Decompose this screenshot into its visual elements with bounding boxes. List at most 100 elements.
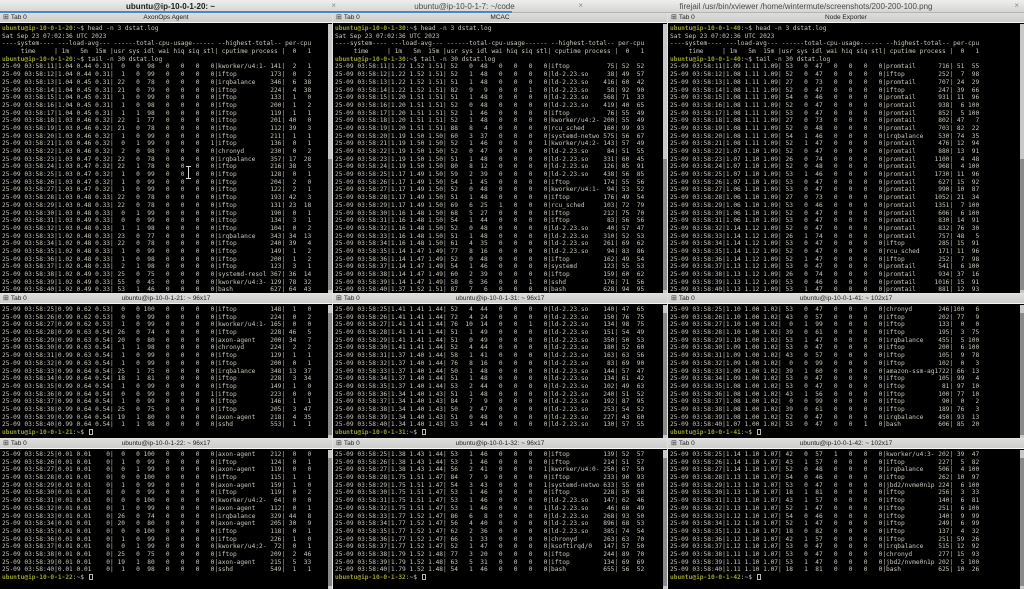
terminal-line: 25-09 03:58:36|1.12 1.10 1.07| 42 1 57 0… xyxy=(670,536,1019,544)
scrollbar-thumb[interactable] xyxy=(663,458,667,586)
tab-label[interactable]: Tab 0 xyxy=(344,295,360,302)
tab-label[interactable]: Tab 0 xyxy=(11,14,27,21)
terminal-line: 25-09 03:58:31|1.03 0.49 0.33| 0 0 99 0 … xyxy=(2,217,327,225)
tab-label[interactable]: Tab 0 xyxy=(344,440,360,447)
scrollbar[interactable] xyxy=(1020,305,1024,438)
tab-label[interactable]: Tab 0 xyxy=(344,14,360,21)
scrollbar[interactable] xyxy=(328,24,332,293)
terminal-line: 25-09 03:58:37|0.99 0.64 0.54| 1 0 99 0 … xyxy=(2,398,327,406)
terminal-content[interactable]: 25-09 03:58:25|1.14 1.10 1.07| 42 0 57 1… xyxy=(668,450,1019,589)
terminal-pane-ip-31: ⊞Tab 0ubuntu@ip-10-0-1-31: ~ 96x1725-09 … xyxy=(333,294,667,438)
pane-titlebar: ⊞Tab 0ubuntu@ip-10-0-1-42: ~ 102x17 xyxy=(668,439,1024,449)
terminal-line: 25-09 03:58:30|1.09 1.00 1.02| 53 0 47 0… xyxy=(670,344,1019,352)
terminal-line: 25-09 03:58:40|1.34 1.40 1.43| 53 3 44 0… xyxy=(335,421,662,429)
terminal-content[interactable]: ubuntu@ip-10-0-1-20:~$ head -n 3 dstat.l… xyxy=(0,24,327,293)
terminal-line: time | 1m 5m 15m |usr sys idl wai hiq si… xyxy=(670,48,1019,56)
scrollbar[interactable] xyxy=(1020,450,1024,589)
window-title: firejail /usr/bin/xviewer /home/wintermu… xyxy=(665,2,946,11)
scrollbar[interactable] xyxy=(663,24,667,293)
terminal-line: 25-09 03:58:13|1.22 1.52 1.51| 51 1 48 0… xyxy=(335,79,662,87)
terminal-line: 25-09 03:58:17|1.20 1.51 1.51| 52 1 46 0… xyxy=(335,110,662,118)
scrollbar-thumb[interactable] xyxy=(1020,458,1024,586)
terminal-content[interactable]: 25-09 03:58:25|1.10 1.00 1.02| 53 0 47 0… xyxy=(668,305,1019,438)
terminal-content[interactable]: 25-09 03:58:25|0.99 0.62 0.53| 0 0 100 0… xyxy=(0,305,327,438)
terminal-line: 25-09 03:58:32|1.75 1.51 1.47| 53 1 46 0… xyxy=(335,505,662,513)
terminal-line: 25-09 03:58:32|1.09 1.00 1.02| 0 0 99 0 … xyxy=(670,360,1019,368)
window-title-strip: ubuntu@ip-10-0-1-20: ~ × ubuntu@ip-10-0-… xyxy=(0,0,1024,13)
terminal-content[interactable]: ubuntu@ip-10-0-1-30:~$ head -n 3 dstat.l… xyxy=(333,24,662,293)
pane-titlebar: ⊞Tab 0ubuntu@ip-10-0-1-21: ~ 96x17 xyxy=(0,294,332,304)
terminal-line: 25-09 03:58:36|1.02 0.48 0.33| 1 0 98 0 … xyxy=(2,256,327,264)
tab-label[interactable]: Tab 0 xyxy=(11,440,27,447)
scrollbar-thumb[interactable] xyxy=(1020,313,1024,435)
terminal-line: 25-09 03:58:27|1.38 1.43 1.44| 56 2 41 0… xyxy=(335,466,662,474)
terminal-line: 25-09 03:58:22|1.03 0.46 0.32| 2 0 98 0 … xyxy=(2,148,327,156)
terminal-line: 25-09 03:58:25|1.07 1.10 1.09| 53 1 46 0… xyxy=(670,171,1019,179)
scrollbar-thumb[interactable] xyxy=(663,159,667,291)
prompt-host: ubuntu@ip-10-0-1-41 xyxy=(670,429,741,436)
scrollbar[interactable] xyxy=(328,305,332,438)
scrollbar[interactable] xyxy=(1020,24,1024,293)
terminal-line: 25-09 03:58:33|1.12 1.10 1.07| 54 0 46 0… xyxy=(670,513,1019,521)
terminal-line: 25-09 03:58:39|1.11 1.10 1.07| 53 1 47 0… xyxy=(670,559,1019,567)
close-icon[interactable]: × xyxy=(578,0,583,12)
terminal-line: 25-09 03:58:35|0.01 0.01 0| 0 0 100 0 0 … xyxy=(2,528,327,536)
terminal-content[interactable]: 25-09 03:58:25|1.38 1.43 1.44| 53 1 46 0… xyxy=(333,450,662,589)
terminal-line: 25-09 03:58:24|1.03 0.47 0.32| 22 1 78 0… xyxy=(2,163,327,171)
prompt-host: ubuntu@ip-10-0-1-30 xyxy=(335,56,406,63)
prompt-host: ubuntu@ip-10-0-1-40 xyxy=(670,25,741,32)
tab-label[interactable]: Tab 0 xyxy=(679,440,695,447)
tab-label[interactable]: Tab 0 xyxy=(11,295,27,302)
terminal-line: 25-09 03:58:27|1.17 1.49 1.50| 52 0 48 0… xyxy=(335,186,662,194)
scrollbar-thumb[interactable] xyxy=(663,313,667,435)
close-icon[interactable]: × xyxy=(1014,0,1019,12)
taskbar-window-3[interactable]: firejail /usr/bin/xviewer /home/wintermu… xyxy=(588,0,1024,12)
terminal-line: 25-09 03:58:33|1.02 0.48 0.33| 23 0 77 0… xyxy=(2,233,327,241)
terminal-line: 25-09 03:58:21|1.03 0.46 0.32| 0 1 99 0 … xyxy=(2,140,327,148)
terminal-line: 25-09 03:58:27|1.06 1.10 1.09| 53 0 47 0… xyxy=(670,186,1019,194)
prompt-host: ubuntu@ip-10-0-1-30 xyxy=(335,25,406,32)
terminal-line: 25-09 03:58:32|1.03 0.48 0.33| 1 1 98 0 … xyxy=(2,225,327,233)
scrollbar[interactable] xyxy=(663,450,667,589)
terminal-line: 25-09 03:58:38|1.34 1.40 1.43| 50 2 47 0… xyxy=(335,406,662,414)
scrollbar-thumb[interactable] xyxy=(328,159,332,291)
terminal-line: 25-09 03:58:30|1.16 1.48 1.50| 68 5 27 0… xyxy=(335,210,662,218)
terminal-line: 25-09 03:58:33|1.37 1.40 1.44| 50 1 48 0… xyxy=(335,368,662,376)
scrollbar-thumb[interactable] xyxy=(328,313,332,435)
terminal-line: 25-09 03:58:35|1.77 1.52 1.47| 62 2 36 0… xyxy=(335,528,662,536)
terminal-line: 25-09 03:58:11|1.09 1.11 1.09| 53 0 47 0… xyxy=(670,63,1019,71)
terminal-line: 25-09 03:58:24|1.19 1.50 1.50| 80 8 12 0… xyxy=(335,163,662,171)
terminal-content[interactable]: 25-09 03:58:25|1.41 1.41 1.44| 52 4 44 0… xyxy=(333,305,662,438)
terminal-line: 25-09 03:58:15|1.04 0.45 0.31| 1 0 99 0 … xyxy=(2,94,327,102)
terminal-line: 25-09 03:58:37|1.12 1.10 1.07| 53 0 47 0… xyxy=(670,543,1019,551)
terminal-content[interactable]: ubuntu@ip-10-0-1-40:~$ head -n 3 dstat.l… xyxy=(668,24,1019,293)
text-cursor xyxy=(89,574,93,580)
scrollbar-thumb[interactable] xyxy=(1020,159,1024,291)
scrollbar[interactable] xyxy=(663,305,667,438)
scrollbar-thumb[interactable] xyxy=(328,458,332,586)
terminal-line: 25-09 03:58:34|0.99 0.64 0.54| 18 1 81 0… xyxy=(2,375,327,383)
prompt-host: ubuntu@ip-10-0-1-21 xyxy=(2,429,73,436)
tab-label[interactable]: Tab 0 xyxy=(679,295,695,302)
terminal-line: 25-09 03:58:26|1.14 1.10 1.07| 43 1 57 0… xyxy=(670,459,1019,467)
terminal-line: 25-09 03:58:20|1.08 1.11 1.09| 54 1 46 0… xyxy=(670,133,1019,141)
terminal-line: 25-09 03:58:35|1.37 1.40 1.44| 53 2 44 0… xyxy=(335,383,662,391)
terminal-line: 25-09 03:58:37|1.08 1.00 1.02| 0 0 99 0 … xyxy=(670,398,1019,406)
terminal-line: 25-09 03:58:35|1.12 1.10 1.07| 18 0 82 0… xyxy=(670,528,1019,536)
terminal-line: 25-09 03:58:37|1.13 1.12 1.09| 53 0 47 0… xyxy=(670,263,1019,271)
terminal-line: 25-09 03:58:38|1.08 1.00 1.02| 39 0 61 0… xyxy=(670,406,1019,414)
terminal-line: Sat Sep 23 07:02:36 UTC 2023 xyxy=(2,33,327,41)
terminal-line: 25-09 03:58:38|0.01 0.01 0| 25 0 75 0 0 … xyxy=(2,551,327,559)
scrollbar[interactable] xyxy=(328,450,332,589)
terminal-line: 25-09 03:58:35|1.08 1.00 1.02| 53 0 47 0… xyxy=(670,383,1019,391)
pane-titlebar: ⊞Tab 0ubuntu@ip-10-0-1-31: ~ 96x17 xyxy=(333,294,667,304)
terminal-line: 25-09 03:58:21|1.08 1.11 1.09| 52 1 47 0… xyxy=(670,140,1019,148)
terminal-line: 25-09 03:58:29|0.01 0.01 0| 1 0 99 0 0 0… xyxy=(2,482,327,490)
terminal-line: 25-09 03:58:25|0.01 0.01 0| 0 0 100 0 0 … xyxy=(2,451,327,459)
terminal-line: 25-09 03:58:33|1.14 1.12 1.09| 26 1 74 0… xyxy=(670,233,1019,241)
terminal-prompt-line: ubuntu@ip-10-0-1-42:~$ xyxy=(670,574,1019,582)
terminal-content[interactable]: 25-09 03:58:25|0.01 0.01 0| 0 0 100 0 0 … xyxy=(0,450,327,589)
terminal-line: 25-09 03:58:39|0.01 0.01 0| 19 1 80 0 0 … xyxy=(2,559,327,567)
terminal-line: 25-09 03:58:39|0.99 0.64 0.54| 19 1 80 0… xyxy=(2,414,327,422)
tab-label[interactable]: Tab 0 xyxy=(679,14,695,21)
